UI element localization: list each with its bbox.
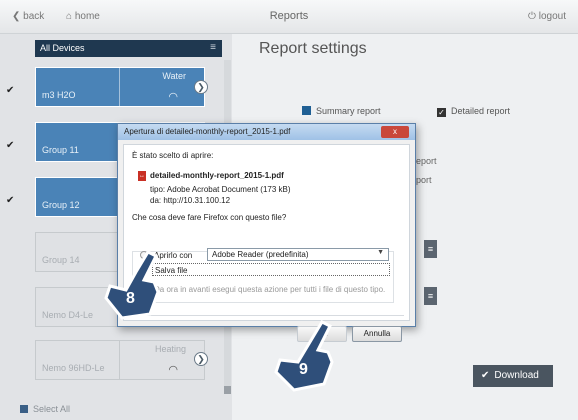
application-select[interactable]: Adobe Reader (predefinita) ▼: [207, 248, 389, 261]
summary-report-checkbox[interactable]: Summary report: [302, 106, 381, 116]
step-8-label: 8: [126, 290, 135, 307]
dialog-body: È stato scelto di aprire: ↔ detailed-mon…: [123, 144, 410, 342]
hand-pointer-icon-step-8: 8: [104, 250, 160, 320]
cancel-button[interactable]: Annulla: [352, 326, 402, 342]
hand-pointer-icon-step-9: 9: [274, 320, 334, 392]
step-9-label: 9: [299, 361, 308, 378]
menu-icon[interactable]: ≡: [210, 42, 216, 53]
save-file-label[interactable]: Salva file: [152, 263, 390, 276]
logout-button[interactable]: ⏻ logout: [528, 11, 566, 22]
checkmark-icon: ✔: [6, 195, 15, 206]
page-title: Reports: [269, 10, 309, 22]
pdf-icon: ↔: [138, 171, 146, 181]
device-tile-m3-h2o[interactable]: Water m3 H2O ◠: [35, 67, 205, 107]
download-button[interactable]: ✔ Download: [473, 365, 553, 387]
chevron-right-icon[interactable]: ❯: [194, 80, 208, 94]
menu-icon[interactable]: ≡: [424, 287, 437, 305]
wifi-icon: ◠: [168, 91, 178, 103]
power-icon: ⏻: [528, 11, 536, 22]
chevron-right-icon[interactable]: ❯: [194, 352, 208, 366]
close-icon[interactable]: x: [381, 126, 409, 138]
top-bar: ❮ back ⌂ home Reports ⏻ logout: [0, 0, 578, 34]
device-tile-nemo-96hd-le[interactable]: Heating Nemo 96HD-Le ◠: [35, 340, 205, 380]
menu-icon[interactable]: ≡: [424, 240, 437, 258]
checkmark-icon: ✔: [6, 85, 15, 96]
checkmark-icon: ✓: [437, 108, 446, 117]
scroll-down-arrow[interactable]: [224, 386, 231, 394]
checkmark-icon: ✔: [481, 370, 490, 381]
wifi-icon: ◠: [168, 364, 178, 376]
report-settings-title: Report settings: [259, 40, 367, 57]
detailed-report-checkbox[interactable]: ✓ Detailed report: [437, 106, 510, 117]
select-all-checkbox[interactable]: Select All: [20, 404, 70, 414]
checkmark-icon: ✔: [6, 140, 15, 151]
dialog-title-bar: Apertura di detailed-monthly-report_2015…: [118, 124, 415, 140]
chevron-down-icon: ▼: [377, 249, 384, 256]
all-devices-header[interactable]: All Devices ≡: [35, 40, 222, 57]
